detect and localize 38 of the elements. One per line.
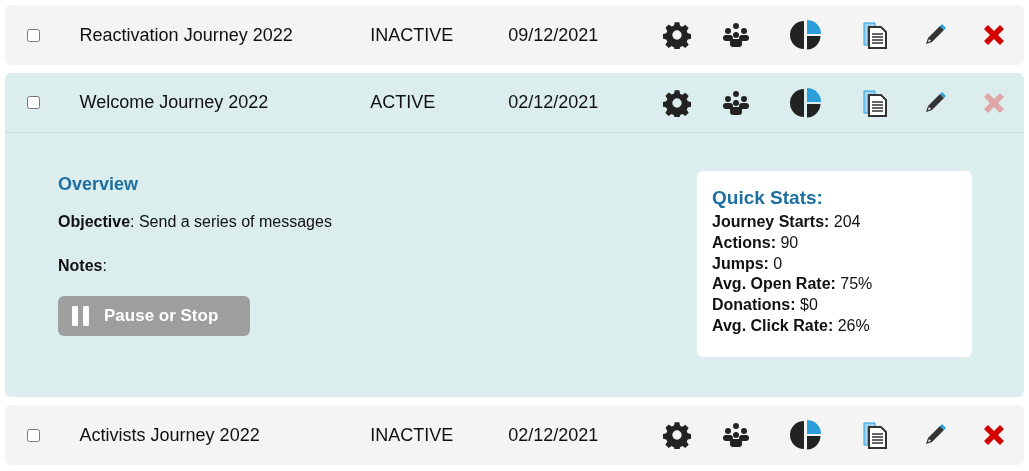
settings-icon[interactable] <box>662 88 691 117</box>
pause-icon <box>72 306 90 326</box>
group-icon[interactable] <box>721 422 752 448</box>
objective-text: Objective: Send a series of messages <box>58 212 332 232</box>
stat-line: Jumps: 0 <box>712 253 784 274</box>
copy-icon[interactable] <box>861 88 890 117</box>
copy-icon[interactable] <box>861 421 890 449</box>
pie-chart-icon[interactable] <box>789 419 822 451</box>
stat-line: Actions: 90 <box>712 232 800 253</box>
pie-chart-icon[interactable] <box>789 19 822 51</box>
settings-icon[interactable] <box>662 421 691 449</box>
copy-icon[interactable] <box>861 21 890 49</box>
date-text: 02/12/2021 <box>508 424 599 445</box>
row-checkbox[interactable] <box>27 28 40 42</box>
pie-chart-icon[interactable] <box>789 86 822 119</box>
journey-name: Welcome Journey 2022 <box>79 92 269 112</box>
notes-text: Notes: <box>58 256 107 276</box>
row-checkbox[interactable] <box>27 96 40 109</box>
status-text: INACTIVE <box>370 424 454 445</box>
group-icon[interactable] <box>721 89 752 116</box>
status-text: ACTIVE <box>370 92 436 112</box>
stat-line: Avg. Click Rate: 26% <box>712 316 871 336</box>
stat-line: Journey Starts: 204 <box>712 212 862 232</box>
row-checkbox[interactable] <box>27 428 40 442</box>
settings-icon[interactable] <box>662 21 691 49</box>
quick-stats-heading: Quick Stats: <box>712 186 824 210</box>
date-text: 09/12/2021 <box>508 24 599 45</box>
journey-row[interactable]: Reactivation Journey 2022 INACTIVE 09/12/2021 <box>5 5 1024 65</box>
date-text: 02/12/2021 <box>508 92 599 112</box>
journey-row[interactable]: Activists Journey 2022 INACTIVE 02/12/2021 <box>5 405 1024 465</box>
journey-name: Reactivation Journey 2022 <box>79 24 293 45</box>
journey-name: Activists Journey 2022 <box>79 424 260 445</box>
overview-heading: Overview <box>58 173 139 196</box>
stat-line: Avg. Open Rate: 75% <box>712 274 874 295</box>
journey-row[interactable] <box>5 73 1024 397</box>
status-text: INACTIVE <box>370 24 454 45</box>
group-icon[interactable] <box>721 22 752 48</box>
stat-line: Donations: $0 <box>712 295 819 316</box>
